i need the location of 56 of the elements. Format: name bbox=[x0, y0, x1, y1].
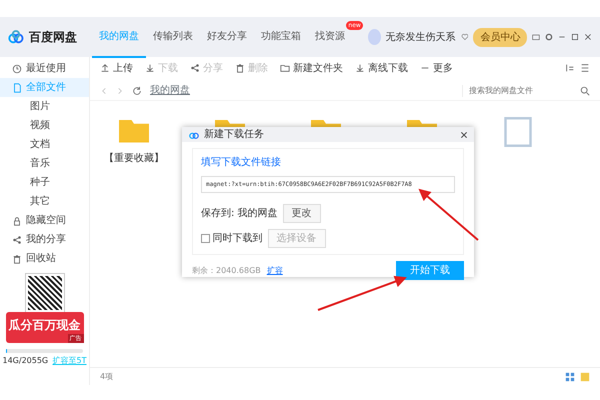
sidebar-item[interactable]: 种子 bbox=[0, 173, 89, 192]
toolbar-button[interactable]: 更多 bbox=[420, 60, 453, 76]
nav-tab[interactable]: 传输列表 bbox=[146, 16, 200, 58]
user-name: 无奈发生伤天系 bbox=[386, 30, 456, 44]
download-icon bbox=[145, 63, 155, 73]
toolbar-button[interactable]: 新建文件夹 bbox=[280, 60, 343, 76]
remaining-space: 剩余：2040.68GB bbox=[192, 264, 261, 276]
change-button[interactable]: 更改 bbox=[282, 204, 321, 223]
lock-icon bbox=[12, 216, 22, 226]
share-icon bbox=[12, 234, 22, 244]
nav-tab[interactable]: 好友分享 bbox=[200, 16, 254, 58]
clock-icon bbox=[12, 64, 22, 74]
trash-icon bbox=[235, 63, 245, 73]
sidebar-item[interactable]: 图片 bbox=[0, 97, 89, 116]
toolbar-button[interactable]: 离线下载 bbox=[355, 60, 408, 76]
storage-usage: 14G/2055G bbox=[2, 355, 48, 367]
app-name: 百度网盘 bbox=[28, 29, 77, 46]
refresh-icon[interactable] bbox=[132, 86, 142, 96]
save-location: 保存到: 我的网盘 bbox=[201, 206, 278, 221]
list-view-icon[interactable] bbox=[580, 63, 590, 73]
share-icon bbox=[190, 63, 200, 73]
sidebar-item[interactable]: 文档 bbox=[0, 135, 89, 154]
maximize-icon[interactable] bbox=[571, 32, 580, 42]
sidebar-item[interactable]: 隐藏空间 bbox=[0, 211, 89, 230]
sidebar-item[interactable]: 音乐 bbox=[0, 154, 89, 173]
new-folder-icon bbox=[280, 63, 290, 73]
heart-icon[interactable] bbox=[460, 32, 468, 42]
toolbar-button[interactable]: 上传 bbox=[100, 60, 133, 76]
close-icon[interactable] bbox=[584, 32, 592, 42]
download-icon bbox=[355, 63, 365, 73]
annotation-arrow bbox=[418, 188, 479, 241]
grid-view-icon[interactable] bbox=[565, 372, 575, 382]
trash-icon bbox=[12, 254, 22, 264]
close-icon[interactable] bbox=[460, 130, 468, 138]
also-download-checkbox[interactable]: 同时下载到 bbox=[201, 231, 262, 246]
mail-icon[interactable] bbox=[532, 32, 540, 42]
vip-center-button[interactable]: 会员中心 bbox=[473, 28, 528, 46]
sort-icon[interactable] bbox=[565, 63, 575, 73]
sidebar-item[interactable]: 回收站 bbox=[0, 249, 89, 268]
folder-name: 【重要收藏】 bbox=[104, 152, 164, 166]
sidebar-item[interactable]: 其它 bbox=[0, 192, 89, 211]
item-count: 4项 bbox=[100, 370, 114, 382]
file-icon bbox=[12, 82, 22, 92]
link-label: 填写下载文件链接 bbox=[201, 156, 282, 170]
settings-icon[interactable] bbox=[545, 32, 554, 42]
sidebar-item[interactable]: 视频 bbox=[0, 116, 89, 135]
sidebar-item[interactable]: 我的分享 bbox=[0, 230, 89, 249]
search-icon[interactable] bbox=[580, 86, 590, 96]
expand-link[interactable]: 扩容 bbox=[266, 264, 283, 276]
nav-tab[interactable]: 功能宝箱 bbox=[254, 16, 308, 58]
ad-headline: 瓜分百万现金 bbox=[8, 317, 80, 334]
cloud-logo-icon bbox=[8, 29, 24, 45]
upload-icon bbox=[100, 63, 110, 73]
breadcrumb-link[interactable]: 我的网盘 bbox=[150, 83, 190, 98]
dialog-title: 新建下载任务 bbox=[204, 128, 264, 142]
sidebar-item[interactable]: 最近使用 bbox=[0, 59, 89, 78]
